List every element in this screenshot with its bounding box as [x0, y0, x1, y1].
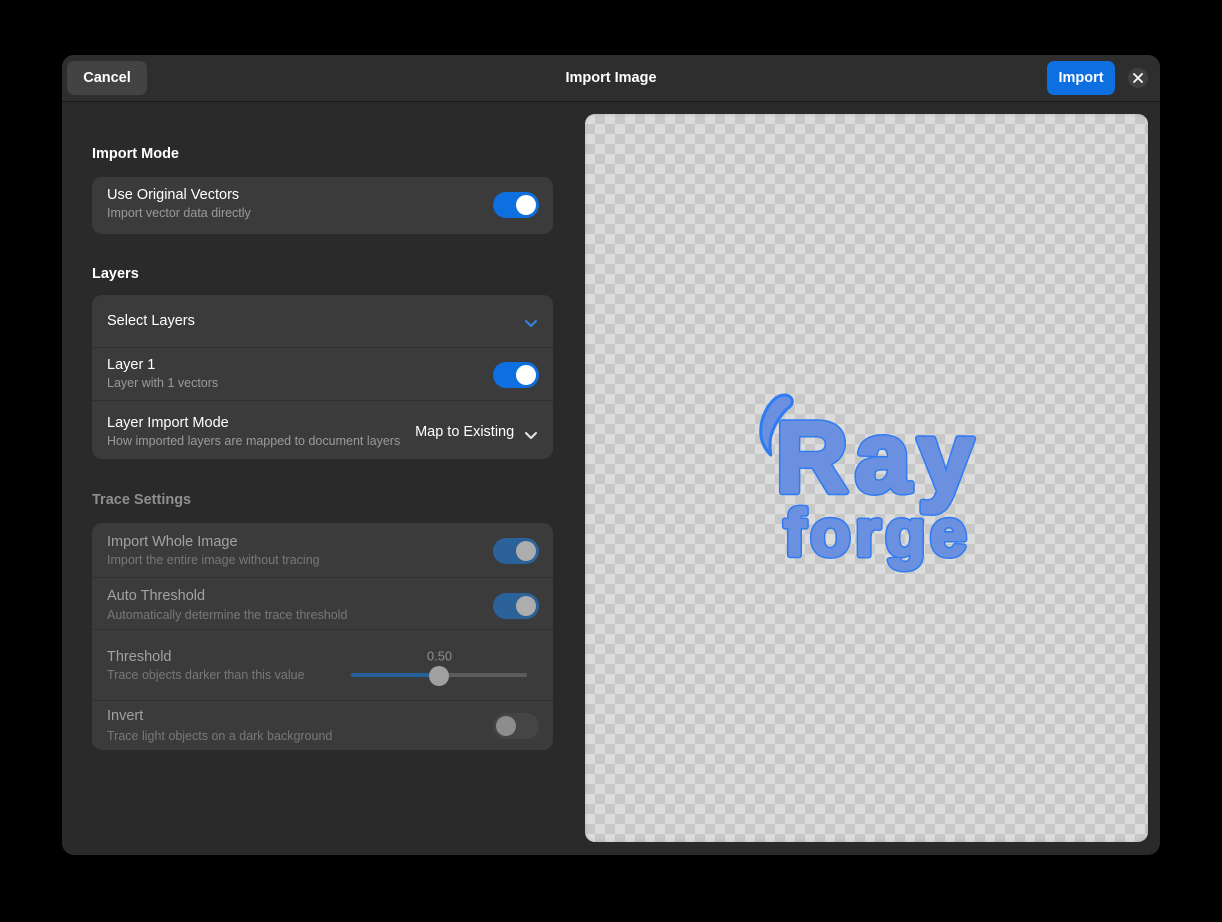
- svg-text:forge: forge: [784, 496, 972, 570]
